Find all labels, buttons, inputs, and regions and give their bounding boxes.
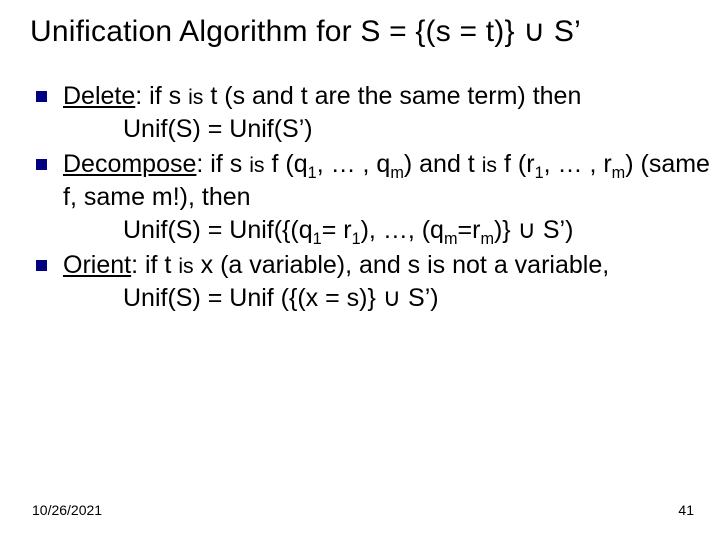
sub: 1 (313, 230, 322, 248)
t: x (a variable), and s is not a variable, (194, 251, 609, 279)
bullet-icon (36, 260, 47, 271)
item-indent: Unif(S) = Unif({(q1= r1), …, (qm=rm)} ∪ … (63, 214, 716, 247)
title-text-a: Unification Algorithm for S = {(s = t)} (30, 15, 523, 48)
t: is (178, 254, 193, 278)
t: f (q (265, 150, 308, 178)
footer-page-number: 41 (678, 502, 694, 518)
rule-name: Delete (63, 82, 135, 110)
bullet-icon (36, 159, 47, 170)
sub: m (612, 164, 626, 182)
list-item: Orient: if t is x (a variable), and s is… (36, 249, 716, 315)
sub: m (390, 164, 404, 182)
t: ), …, (q (361, 216, 444, 244)
t: t (s and t are the same term) then (203, 82, 581, 110)
title-text-b: S’ (545, 15, 581, 48)
t: S’) (401, 284, 439, 312)
t: = r (322, 216, 352, 244)
t: Unif(S) = Unif({(q (123, 216, 313, 244)
list-item: Decompose: if s is f (q1, … , qm) and t … (36, 148, 716, 247)
sub: 1 (308, 164, 317, 182)
rule-name: Decompose (63, 150, 196, 178)
rule-name: Orient (63, 251, 131, 279)
t: )} (494, 216, 518, 244)
slide-title: Unification Algorithm for S = {(s = t)} … (30, 14, 581, 50)
t: is (482, 153, 497, 177)
item-text: Delete: if s is t (s and t are the same … (63, 80, 716, 146)
t: S’) (536, 216, 574, 244)
t: : if s (135, 82, 188, 110)
sub: 1 (352, 230, 361, 248)
union-symbol: ∪ (518, 216, 536, 244)
sub: m (444, 230, 458, 248)
item-indent: Unif(S) = Unif(S’) (63, 113, 716, 146)
item-text: Orient: if t is x (a variable), and s is… (63, 249, 716, 315)
union-symbol: ∪ (383, 284, 401, 312)
bullet-icon (36, 91, 47, 102)
t: f (r (497, 150, 535, 178)
sub: m (480, 230, 494, 248)
t: =r (458, 216, 481, 244)
item-indent: Unif(S) = Unif ({(x = s)} ∪ S’) (63, 282, 716, 315)
t: : if s (196, 150, 249, 178)
footer-date: 10/26/2021 (32, 502, 102, 518)
union-symbol: ∪ (523, 15, 545, 48)
item-text: Decompose: if s is f (q1, … , qm) and t … (63, 148, 716, 247)
t: : if t (131, 251, 178, 279)
t: is (188, 85, 203, 109)
list-item: Delete: if s is t (s and t are the same … (36, 80, 716, 146)
t: is (249, 153, 264, 177)
slide-body: Delete: if s is t (s and t are the same … (36, 80, 716, 317)
t: , … , r (544, 150, 612, 178)
t: , … , q (317, 150, 391, 178)
t: ) and t (404, 150, 482, 178)
slide: Unification Algorithm for S = {(s = t)} … (0, 0, 720, 540)
sub: 1 (535, 164, 544, 182)
t: Unif(S) = Unif ({(x = s)} (123, 284, 383, 312)
